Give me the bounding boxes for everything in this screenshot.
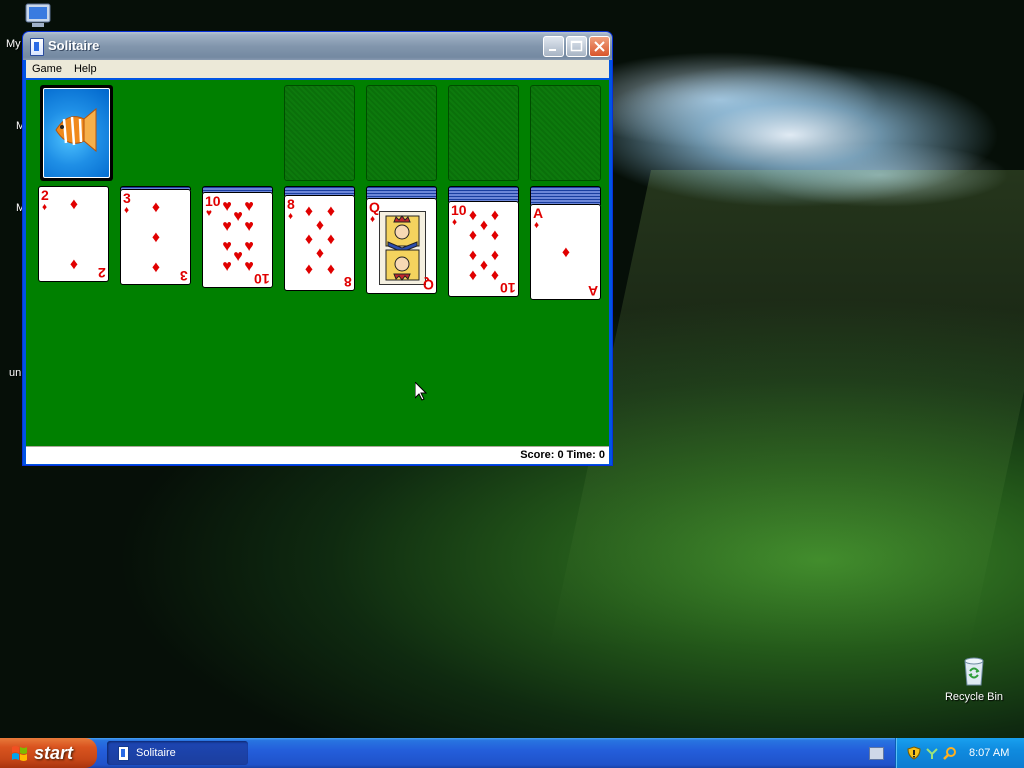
diamond-icon: ♦ <box>370 214 376 225</box>
diamond-icon: ♦ <box>561 244 571 261</box>
heart-icon: ♥ <box>244 218 254 235</box>
stock-pile[interactable] <box>40 85 113 181</box>
menu-bar: Game Help <box>26 60 609 78</box>
diamond-icon: ♦ <box>151 199 161 216</box>
search-icon[interactable] <box>943 746 957 760</box>
security-shield-icon[interactable] <box>907 746 921 760</box>
foundation-pile-1[interactable] <box>284 85 355 181</box>
card-rank: 2 <box>98 265 106 281</box>
maximize-icon <box>570 40 583 52</box>
game-felt[interactable]: 2 ♦ ♦ ♦ 2 3 ♦ ♦ ♦ ♦ 3 10 ♥ ♥ ♥ ♥ ♥ ♥ ♥ ♥ <box>26 80 609 446</box>
diamond-icon: ♦ <box>151 259 161 276</box>
diamond-icon: ♦ <box>315 245 325 262</box>
card-rank: 3 <box>180 268 188 284</box>
windows-logo-icon <box>12 746 27 761</box>
face-down-stack <box>448 186 519 202</box>
card-rank: Q <box>423 277 434 293</box>
wallpaper-light-ray <box>548 170 1024 650</box>
tableau-card-2[interactable]: 3 ♦ ♦ ♦ ♦ 3 <box>120 189 191 285</box>
queen-figure-icon <box>380 212 425 284</box>
diamond-icon: ♦ <box>468 267 478 284</box>
start-button[interactable]: start <box>0 738 97 768</box>
card-rank: 2 <box>41 187 49 203</box>
tableau-card-1[interactable]: 2 ♦ ♦ ♦ 2 <box>38 186 109 282</box>
foundation-pile-3[interactable] <box>448 85 519 181</box>
tableau-card-3[interactable]: 10 ♥ ♥ ♥ ♥ ♥ ♥ ♥ ♥ ♥ ♥ ♥ 10 <box>202 192 273 288</box>
taskbar-button-label: Solitaire <box>136 747 176 759</box>
tableau-card-4[interactable]: 8 ♦ ♦ ♦ ♦ ♦ ♦ ♦ ♦ ♦ 8 <box>284 195 355 291</box>
network-icon[interactable] <box>925 746 939 760</box>
taskbar-button-solitaire[interactable]: Solitaire <box>107 741 248 765</box>
maximize-button[interactable] <box>566 36 587 57</box>
tableau-card-5[interactable]: Q ♦ Q <box>366 198 437 294</box>
diamond-icon: ♦ <box>42 202 48 213</box>
heart-icon: ♥ <box>222 258 232 275</box>
system-tray: 8:07 AM <box>895 738 1024 768</box>
card-rank: 8 <box>344 274 352 290</box>
diamond-icon: ♦ <box>326 261 336 278</box>
mouse-cursor-icon <box>415 382 427 401</box>
desktop-icon-label-my: My <box>6 38 21 50</box>
diamond-icon: ♦ <box>69 256 79 273</box>
my-computer-icon <box>25 3 51 27</box>
clock[interactable]: 8:07 AM <box>969 738 1009 768</box>
close-icon <box>594 41 605 52</box>
solitaire-icon <box>118 746 129 761</box>
status-bar: Score: 0 Time: 0 <box>26 446 609 464</box>
title-bar[interactable]: Solitaire <box>23 32 612 60</box>
card-rank: A <box>533 205 544 221</box>
card-rank: A <box>587 283 598 299</box>
minimize-icon <box>549 49 556 51</box>
recycle-bin-icon <box>964 657 984 686</box>
heart-icon: ♥ <box>222 218 232 235</box>
diamond-icon: ♦ <box>151 229 161 246</box>
foundation-pile-2[interactable] <box>366 85 437 181</box>
diamond-icon: ♦ <box>452 217 458 228</box>
diamond-icon: ♦ <box>124 205 130 216</box>
diamond-icon: ♦ <box>288 211 294 222</box>
desktop-icon-my-computer[interactable] <box>22 2 54 32</box>
tableau-card-7[interactable]: A ♦ ♦ A <box>530 204 601 300</box>
card-back <box>43 88 110 178</box>
diamond-icon: ♦ <box>468 227 478 244</box>
menu-game[interactable]: Game <box>26 60 68 78</box>
minimize-button[interactable] <box>543 36 564 57</box>
card-rank: 8 <box>287 196 295 212</box>
solitaire-window[interactable]: Solitaire Game Help 2 ♦ ♦ ♦ 2 3 ♦ ♦ ♦ ♦ … <box>22 31 613 466</box>
foundation-pile-4[interactable] <box>530 85 601 181</box>
diamond-icon: ♦ <box>534 220 540 231</box>
solitaire-icon <box>30 38 44 56</box>
recycle-bin-label: Recycle Bin <box>944 691 1004 703</box>
close-button[interactable] <box>589 36 610 57</box>
card-rank: 10 <box>500 280 516 296</box>
score-time-readout: Score: 0 Time: 0 <box>520 449 605 461</box>
diamond-icon: ♦ <box>490 227 500 244</box>
heart-icon: ♥ <box>206 208 212 219</box>
queen-portrait <box>379 211 426 285</box>
window-title: Solitaire <box>48 38 100 53</box>
menu-help[interactable]: Help <box>68 60 103 78</box>
desktop-icon-recycle-bin[interactable]: Recycle Bin <box>934 655 1014 703</box>
card-rank: 10 <box>254 271 270 287</box>
start-label: start <box>34 743 74 763</box>
fish-icon <box>55 107 97 153</box>
keyboard-icon[interactable] <box>869 747 884 760</box>
diamond-icon: ♦ <box>69 196 79 213</box>
tableau-card-6[interactable]: 10 ♦ ♦ ♦ ♦ ♦ ♦ ♦ ♦ ♦ ♦ ♦ 10 <box>448 201 519 297</box>
face-down-stack <box>530 186 601 205</box>
card-rank: 3 <box>123 190 131 206</box>
diamond-icon: ♦ <box>304 261 314 278</box>
taskbar: start Solitaire 8:07 AM <box>0 738 1024 768</box>
